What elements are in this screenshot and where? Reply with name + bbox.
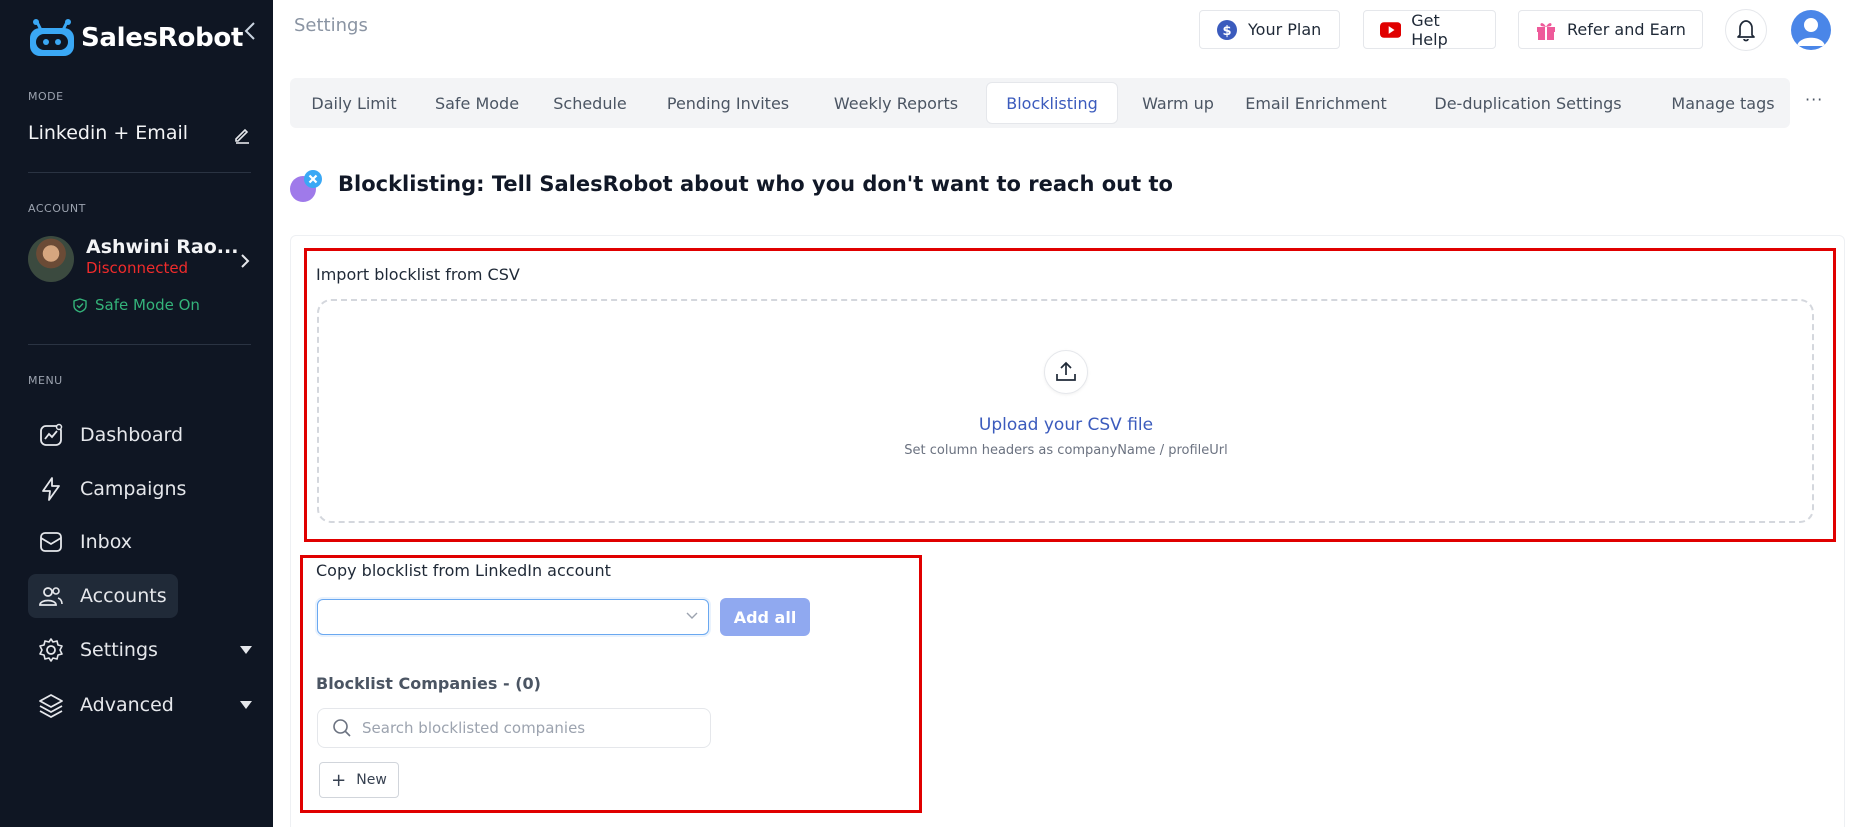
account-status: Disconnected (86, 259, 189, 277)
nav-item-campaigns[interactable]: Campaigns (28, 467, 186, 511)
chevron-right-icon (241, 254, 250, 268)
safe-mode-indicator: Safe Mode On (73, 296, 200, 314)
logo[interactable]: SalesRobot (27, 18, 243, 58)
sidebar: SalesRobot MODE Linkedin + Email ACCOUNT… (0, 0, 273, 827)
copy-linkedin-label: Copy blocklist from LinkedIn account (316, 561, 611, 580)
tabs-more-button[interactable]: ··· (1805, 90, 1823, 109)
nav-label: Accounts (80, 585, 167, 607)
import-csv-label: Import blocklist from CSV (316, 265, 520, 284)
csv-dropzone[interactable] (317, 299, 1814, 523)
robot-logo-icon (30, 19, 74, 56)
tab-safe-mode[interactable]: Safe Mode (422, 82, 532, 124)
account-expand-button[interactable] (238, 252, 252, 270)
linkedin-account-select[interactable] (317, 599, 709, 635)
svg-text:$: $ (1222, 24, 1231, 39)
tab-warm-up[interactable]: Warm up (1126, 82, 1230, 124)
nav-label: Advanced (80, 694, 174, 716)
get-help-button[interactable]: Get Help (1363, 10, 1496, 49)
notifications-button[interactable] (1725, 9, 1767, 51)
search-companies-input[interactable] (362, 719, 682, 737)
tab-deduplication-settings[interactable]: De-duplication Settings (1424, 82, 1632, 124)
blocklisting-title: Blocklisting: Tell SalesRobot about who … (338, 172, 1173, 196)
user-icon (1797, 18, 1825, 46)
user-profile-button[interactable] (1791, 10, 1831, 50)
upload-csv-link[interactable]: Upload your CSV file (917, 415, 1215, 435)
account-section-label: ACCOUNT (28, 202, 86, 215)
your-plan-label: Your Plan (1248, 20, 1322, 39)
edit-mode-button[interactable] (233, 126, 251, 144)
sidebar-divider (28, 172, 251, 173)
tab-pending-invites[interactable]: Pending Invites (648, 82, 808, 124)
users-icon (38, 583, 64, 609)
search-companies-field[interactable] (317, 708, 711, 748)
chevron-left-icon (244, 22, 255, 40)
gift-icon (1537, 22, 1555, 40)
menu-section-label: MENU (28, 374, 63, 387)
settings-caret-down-icon[interactable] (240, 646, 252, 654)
shield-check-icon (73, 297, 87, 313)
gear-icon (38, 637, 64, 663)
nav-label: Settings (80, 639, 158, 661)
tab-email-enrichment[interactable]: Email Enrichment (1236, 82, 1396, 124)
blocklist-companies-heading: Blocklist Companies - (0) (316, 674, 541, 693)
blocklist-header-icon (290, 170, 322, 202)
tab-schedule[interactable]: Schedule (540, 82, 640, 124)
pencil-icon (235, 128, 249, 144)
collapse-sidebar-button[interactable] (240, 20, 260, 42)
dashboard-icon (38, 422, 64, 448)
tab-weekly-reports[interactable]: Weekly Reports (816, 82, 976, 124)
nav-label: Inbox (80, 531, 132, 553)
tab-daily-limit[interactable]: Daily Limit (294, 82, 414, 124)
tab-manage-tags[interactable]: Manage tags (1660, 82, 1786, 124)
search-icon (333, 719, 351, 737)
account-avatar[interactable] (28, 236, 74, 282)
nav-item-settings[interactable]: Settings (28, 628, 178, 672)
sidebar-divider (28, 344, 251, 345)
mode-section-label: MODE (28, 90, 64, 103)
new-company-button[interactable]: + New (319, 762, 399, 798)
new-button-label: New (356, 772, 387, 788)
nav-item-advanced[interactable]: Advanced (28, 683, 178, 727)
inbox-icon (38, 529, 64, 555)
nav-item-accounts[interactable]: Accounts (28, 574, 178, 618)
add-all-button[interactable]: Add all (720, 598, 810, 636)
upload-icon (1056, 361, 1076, 381)
upload-csv-hint: Set column headers as companyName / prof… (904, 443, 1228, 458)
mode-value: Linkedin + Email (28, 122, 189, 144)
refer-earn-button[interactable]: Refer and Earn (1518, 10, 1703, 49)
get-help-label: Get Help (1411, 10, 1448, 49)
upload-button[interactable] (1044, 350, 1088, 394)
nav-item-dashboard[interactable]: Dashboard (28, 413, 183, 457)
bell-icon (1737, 20, 1755, 42)
tab-blocklisting[interactable]: Blocklisting (986, 82, 1118, 124)
plus-icon: + (331, 769, 347, 791)
nav-label: Dashboard (80, 424, 184, 446)
account-name[interactable]: Ashwini Rao... (86, 236, 238, 258)
dollar-icon: $ (1217, 19, 1237, 40)
nav-item-inbox[interactable]: Inbox (28, 520, 178, 564)
your-plan-button[interactable]: $ Your Plan (1199, 10, 1340, 49)
chevron-down-icon (686, 612, 698, 619)
youtube-icon (1380, 21, 1402, 38)
refer-earn-label: Refer and Earn (1567, 20, 1686, 39)
settings-tabs: Daily Limit Safe Mode Schedule Pending I… (290, 78, 1790, 128)
advanced-caret-down-icon[interactable] (240, 701, 252, 709)
app-name: SalesRobot (81, 23, 244, 53)
page-title: Settings (294, 15, 368, 36)
nav-label: Campaigns (80, 478, 187, 500)
layers-icon (38, 692, 64, 718)
safe-mode-label: Safe Mode On (95, 296, 200, 314)
lightning-icon (38, 476, 64, 502)
